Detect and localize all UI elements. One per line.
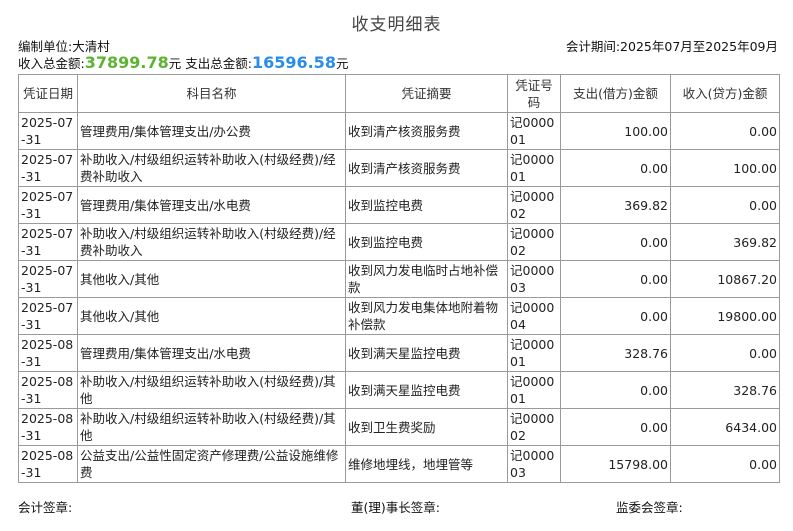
cell-voucher-number: 记000001	[507, 112, 561, 150]
cell-credit-amount: 369.82	[670, 223, 780, 261]
cell-debit-amount: 369.82	[560, 186, 671, 224]
cell-voucher-number: 记000002	[507, 186, 561, 224]
table-row: 2025-07-31 其他收入/其他 收到风力发电集体地附着物补偿款 记000004 0…	[18, 297, 780, 335]
cell-debit-amount: 100.00	[560, 112, 671, 150]
cell-debit-amount: 0.00	[560, 297, 671, 335]
cell-voucher-number: 记000001	[507, 371, 561, 409]
cell-voucher-date: 2025-07-31	[18, 223, 78, 261]
cell-account-name: 补助收入/村级组织运转补助收入(村级经费)/经费补助收入	[77, 223, 346, 261]
cell-voucher-summary: 收到风力发电临时占地补偿款	[345, 260, 508, 298]
cell-account-name: 管理费用/集体管理支出/办公费	[77, 112, 346, 150]
cell-voucher-summary: 收到风力发电集体地附着物补偿款	[345, 297, 508, 335]
cell-voucher-summary: 收到监控电费	[345, 186, 508, 224]
header-account-name: 科目名称	[77, 74, 346, 113]
cell-voucher-number: 记000001	[507, 149, 561, 187]
table-row: 2025-07-31 补助收入/村级组织运转补助收入(村级经费)/经费补助收入 收到…	[18, 223, 780, 261]
cell-voucher-number: 记000003	[507, 260, 561, 298]
header-voucher-summary: 凭证摘要	[345, 74, 508, 113]
cell-credit-amount: 19800.00	[670, 297, 780, 335]
cell-account-name: 管理费用/集体管理支出/水电费	[77, 186, 346, 224]
cell-debit-amount: 0.00	[560, 371, 671, 409]
cell-voucher-summary: 收到卫生费奖励	[345, 408, 508, 446]
cell-debit-amount: 15798.00	[560, 445, 671, 483]
ledger-table: 凭证日期 科目名称 凭证摘要 凭证号码 支出(借方)金额 收入(贷方)金额 20…	[18, 74, 780, 483]
cell-account-name: 公益支出/公益性固定资产修理费/公益设施维修费	[77, 445, 346, 483]
cell-voucher-date: 2025-07-31	[18, 260, 78, 298]
cell-account-name: 其他收入/其他	[77, 297, 346, 335]
cell-voucher-summary: 收到监控电费	[345, 223, 508, 261]
expense-total-unit: 元	[335, 56, 349, 71]
cell-voucher-date: 2025-08-31	[18, 334, 78, 372]
table-row: 2025-08-31 管理费用/集体管理支出/水电费 收到满天星监控电费 记00000…	[18, 334, 780, 372]
period-label: 会计期间:2025年07月至2025年09月	[565, 39, 778, 54]
cell-voucher-date: 2025-07-31	[18, 186, 78, 224]
table-row: 2025-07-31 补助收入/村级组织运转补助收入(村级经费)/经费补助收入 收到…	[18, 149, 780, 187]
cell-voucher-number: 记000002	[507, 408, 561, 446]
cell-credit-amount: 0.00	[670, 445, 780, 483]
cell-voucher-number: 记000001	[507, 334, 561, 372]
cell-credit-amount: 100.00	[670, 149, 780, 187]
income-total-value: 37899.78	[84, 53, 169, 72]
cell-credit-amount: 0.00	[670, 334, 780, 372]
cell-credit-amount: 0.00	[670, 186, 780, 224]
table-header-row: 凭证日期 科目名称 凭证摘要 凭证号码 支出(借方)金额 收入(贷方)金额	[18, 74, 780, 113]
cell-voucher-number: 记000004	[507, 297, 561, 335]
expense-total-label: 支出总金额:	[181, 56, 252, 71]
cell-debit-amount: 0.00	[560, 223, 671, 261]
cell-debit-amount: 0.00	[560, 408, 671, 446]
cell-voucher-number: 记000003	[507, 445, 561, 483]
cell-voucher-summary: 维修地埋线，地埋管等	[345, 445, 508, 483]
table-row: 2025-07-31 管理费用/集体管理支出/水电费 收到监控电费 记000002 36…	[18, 186, 780, 224]
cell-credit-amount: 0.00	[670, 112, 780, 150]
cell-voucher-date: 2025-08-31	[18, 371, 78, 409]
table-row: 2025-07-31 其他收入/其他 收到风力发电临时占地补偿款 记000003 0.0…	[18, 260, 780, 298]
header-voucher-date: 凭证日期	[18, 74, 78, 113]
header-voucher-number: 凭证号码	[507, 74, 561, 113]
cell-credit-amount: 10867.20	[670, 260, 780, 298]
header-credit-amount: 收入(贷方)金额	[670, 74, 780, 113]
cell-debit-amount: 328.76	[560, 334, 671, 372]
cell-voucher-number: 记000002	[507, 223, 561, 261]
income-total-unit: 元	[168, 56, 182, 71]
table-row: 2025-08-31 公益支出/公益性固定资产修理费/公益设施维修费 维修地埋线，地…	[18, 445, 780, 483]
accountant-signature-label: 会计签章:	[18, 500, 73, 515]
page-title: 收支明细表	[351, 15, 442, 35]
income-total-label: 收入总金额:	[18, 56, 85, 71]
cell-debit-amount: 0.00	[560, 149, 671, 187]
cell-voucher-date: 2025-07-31	[18, 149, 78, 187]
cell-voucher-date: 2025-07-31	[18, 112, 78, 150]
header-debit-amount: 支出(借方)金额	[560, 74, 671, 113]
table-row: 2025-08-31 补助收入/村级组织运转补助收入(村级经费)/其他 收到满天星监…	[18, 371, 780, 409]
supervisor-signature-label: 监委会签章:	[616, 500, 683, 515]
cell-account-name: 补助收入/村级组织运转补助收入(村级经费)/其他	[77, 371, 346, 409]
cell-account-name: 其他收入/其他	[77, 260, 346, 298]
cell-voucher-summary: 收到满天星监控电费	[345, 371, 508, 409]
cell-account-name: 管理费用/集体管理支出/水电费	[77, 334, 346, 372]
cell-voucher-summary: 收到清产核资服务费	[345, 112, 508, 150]
expense-total-value: 16596.58	[251, 53, 336, 72]
cell-voucher-summary: 收到清产核资服务费	[345, 149, 508, 187]
cell-account-name: 补助收入/村级组织运转补助收入(村级经费)/其他	[77, 408, 346, 446]
cell-voucher-summary: 收到满天星监控电费	[345, 334, 508, 372]
table-row: 2025-08-31 补助收入/村级组织运转补助收入(村级经费)/其他 收到卫生费奖…	[18, 408, 780, 446]
report-meta: 编制单位:大清村 会计期间:2025年07月至2025年09月	[18, 36, 778, 54]
totals-summary: 收入总金额:37899.78元 支出总金额:16596.58元	[18, 53, 348, 72]
table-row: 2025-07-31 管理费用/集体管理支出/办公费 收到清产核资服务费 记00000…	[18, 112, 780, 150]
cell-account-name: 补助收入/村级组织运转补助收入(村级经费)/经费补助收入	[77, 149, 346, 187]
cell-credit-amount: 328.76	[670, 371, 780, 409]
ledger-body: 2025-07-31 管理费用/集体管理支出/办公费 收到清产核资服务费 记00000…	[18, 112, 780, 483]
cell-voucher-date: 2025-07-31	[18, 297, 78, 335]
cell-voucher-date: 2025-08-31	[18, 445, 78, 483]
cell-debit-amount: 0.00	[560, 260, 671, 298]
cell-credit-amount: 6434.00	[670, 408, 780, 446]
cell-voucher-date: 2025-08-31	[18, 408, 78, 446]
director-signature-label: 董(理)事长签章:	[351, 500, 440, 515]
